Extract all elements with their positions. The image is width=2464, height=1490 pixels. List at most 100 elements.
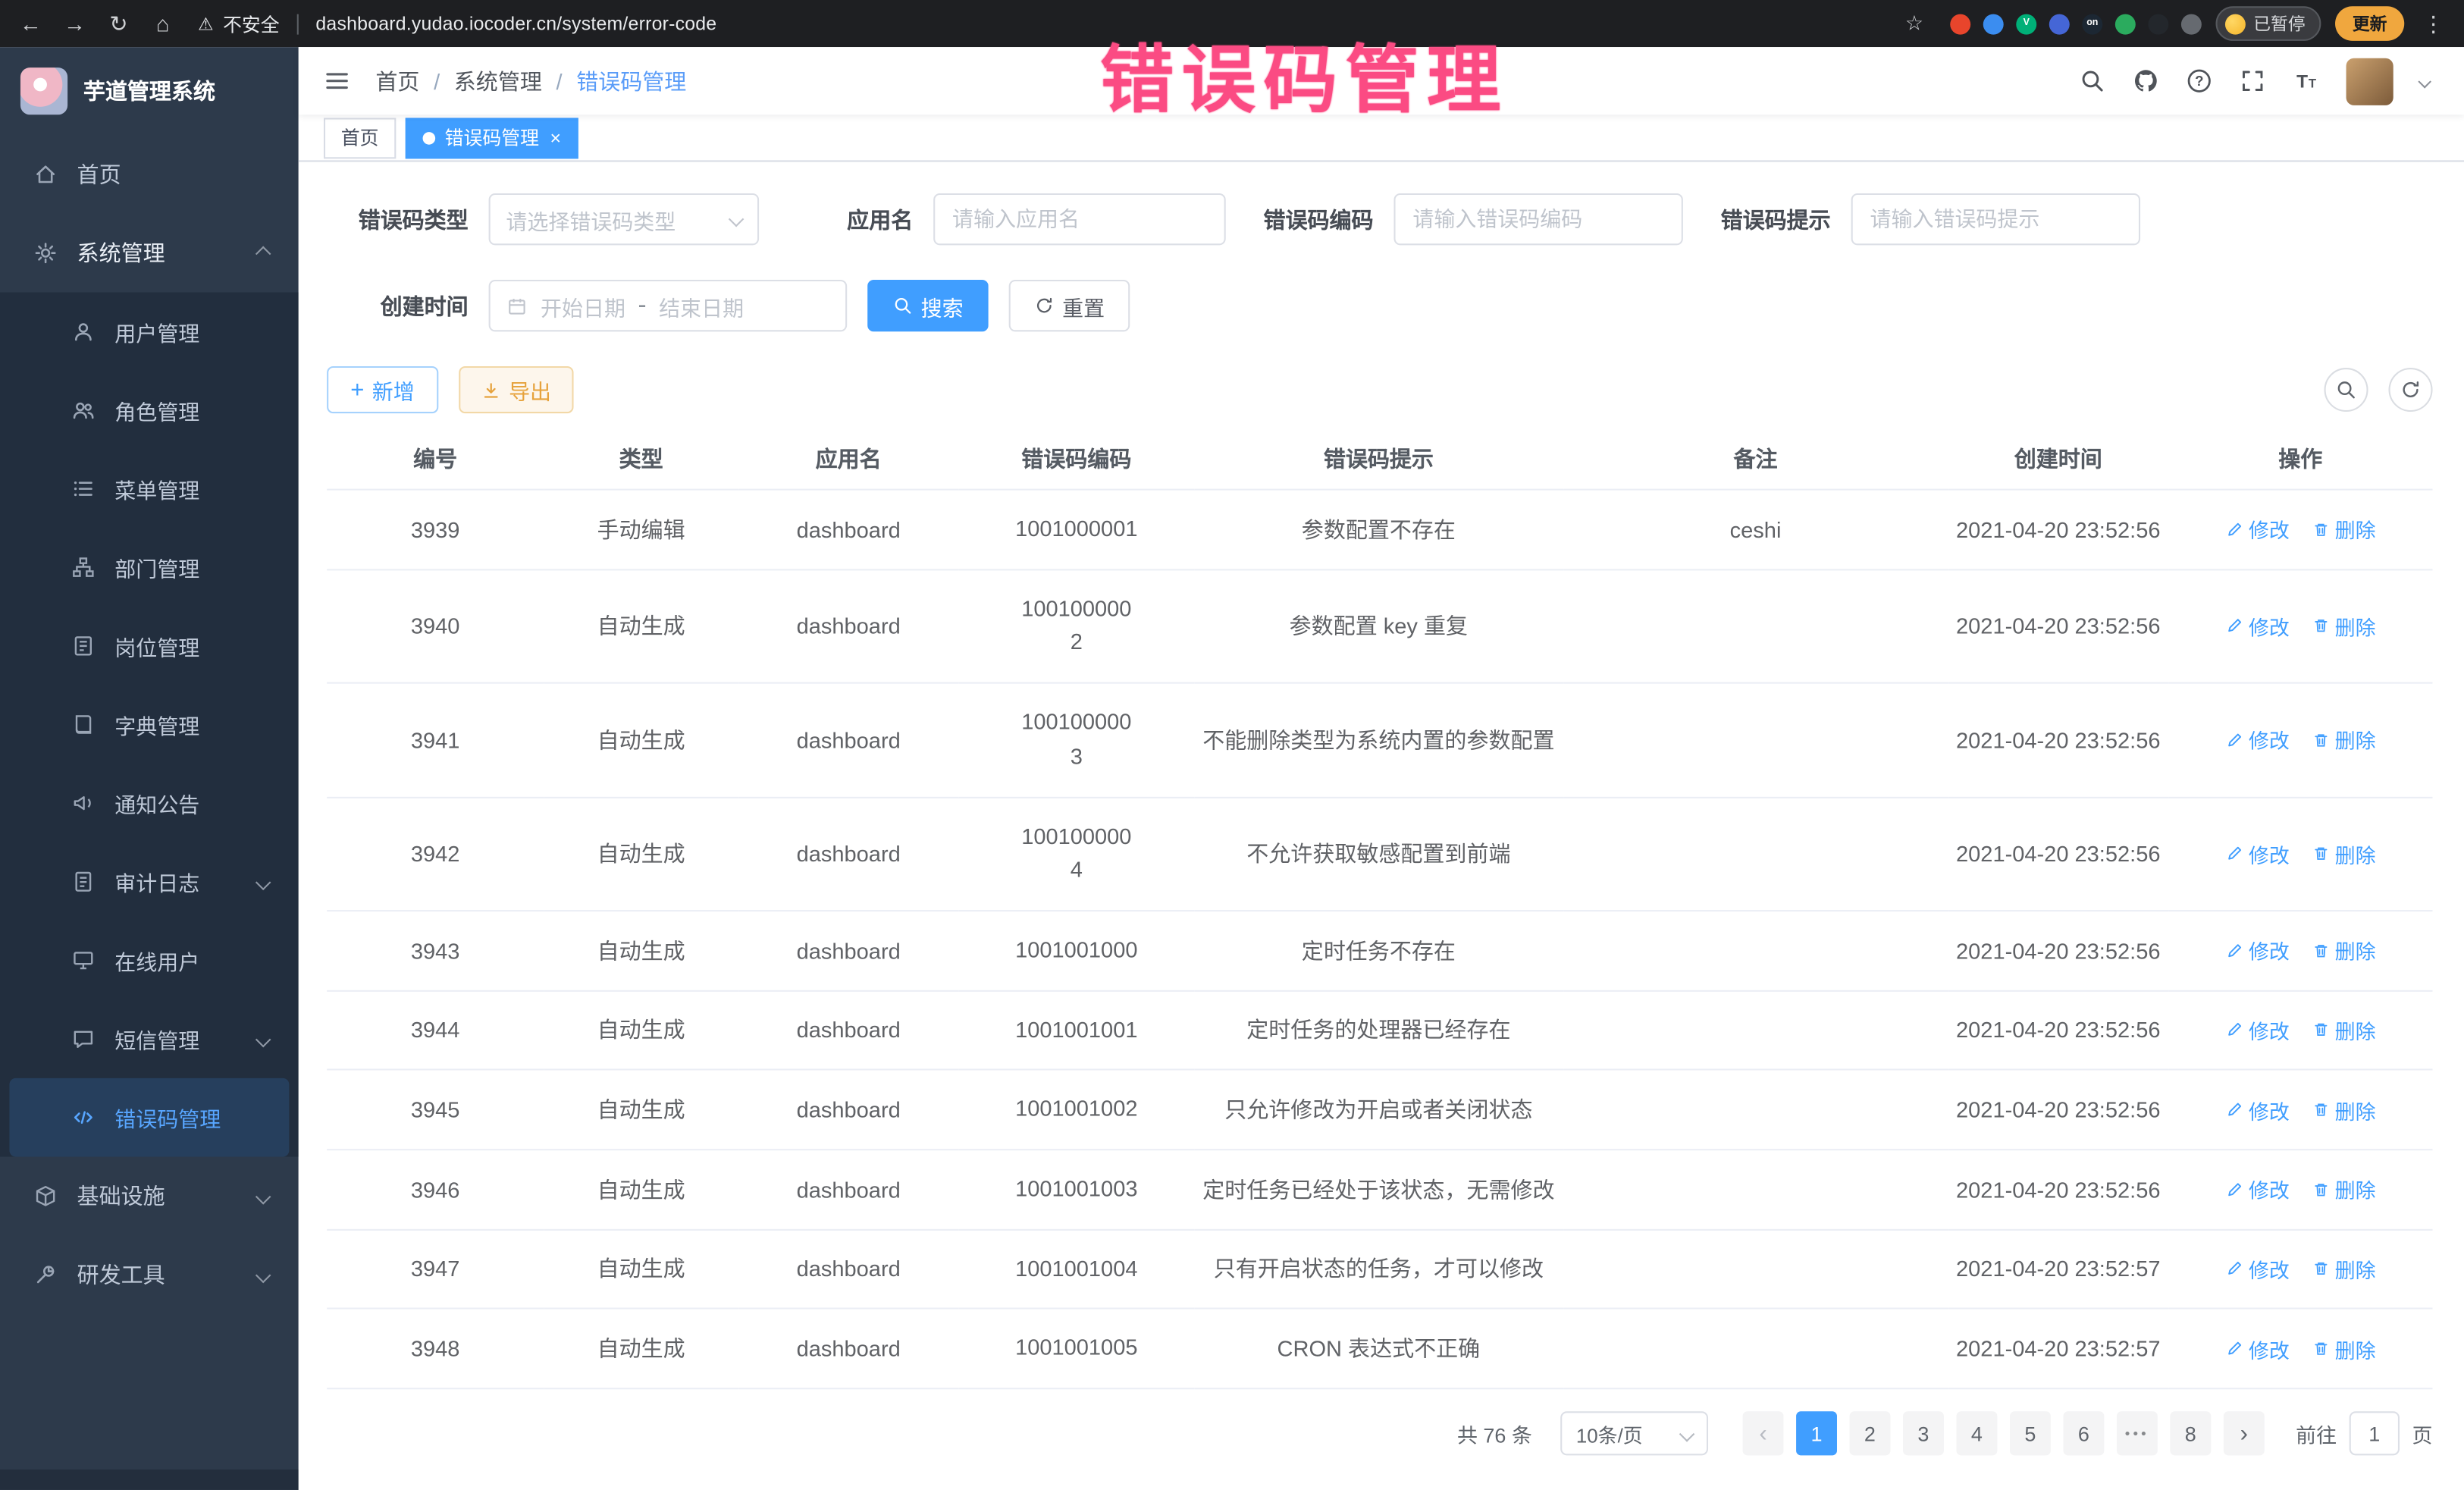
tab-home[interactable]: 首页 xyxy=(324,118,396,158)
font-size-icon[interactable] xyxy=(2293,68,2319,95)
search-icon[interactable] xyxy=(2079,68,2105,95)
back-icon[interactable]: ← xyxy=(16,11,45,36)
hamburger-icon[interactable] xyxy=(324,68,350,95)
sidebar-item-online-users[interactable]: 在线用户 xyxy=(0,921,299,1000)
edit-link[interactable]: 修改 xyxy=(2225,1095,2290,1125)
refresh-table-button[interactable] xyxy=(2389,368,2433,412)
delete-link[interactable]: 删除 xyxy=(2312,515,2376,544)
edit-link[interactable]: 修改 xyxy=(2225,1334,2290,1363)
edit-link[interactable]: 修改 xyxy=(2225,515,2290,544)
browser-menu-icon[interactable]: ⋮ xyxy=(2419,10,2448,36)
sidebar-item-audit-log[interactable]: 审计日志 xyxy=(0,842,299,921)
column-header-app: 应用名 xyxy=(738,429,958,490)
app-name-input[interactable] xyxy=(933,193,1226,245)
fullscreen-icon[interactable] xyxy=(2240,68,2266,95)
cell-app: dashboard xyxy=(738,1070,958,1150)
table-row: 3943 自动生成 dashboard 1001001000 定时任务不存在 2… xyxy=(327,911,2432,990)
extension-red-dot-icon[interactable] xyxy=(1950,14,1970,34)
prev-page-button[interactable]: ‹ xyxy=(1743,1411,1784,1455)
help-icon[interactable] xyxy=(2186,68,2212,95)
active-tab-dot xyxy=(423,132,436,145)
address-bar[interactable]: ⚠ 不安全 dashboard.yudao.iocoder.cn/system/… xyxy=(198,10,1936,36)
edit-link[interactable]: 修改 xyxy=(2225,1254,2290,1284)
bookmark-star-icon[interactable]: ☆ xyxy=(1905,11,1923,36)
update-button[interactable]: 更新 xyxy=(2335,6,2404,41)
sidebar-item-home[interactable]: 首页 xyxy=(0,135,299,214)
error-type-select[interactable]: 请选择错误码类型 xyxy=(489,193,760,245)
github-icon[interactable] xyxy=(2133,68,2159,95)
close-icon[interactable]: × xyxy=(550,127,562,149)
search-button[interactable]: 搜索 xyxy=(867,280,989,331)
page-button[interactable]: 2 xyxy=(1850,1411,1891,1455)
sidebar-item-dict-management[interactable]: 字典管理 xyxy=(0,685,299,764)
export-button[interactable]: 导出 xyxy=(459,366,573,413)
page-button[interactable]: 4 xyxy=(1956,1411,1997,1455)
sidebar-item-notice[interactable]: 通知公告 xyxy=(0,764,299,842)
home-icon[interactable]: ⌂ xyxy=(148,11,177,36)
delete-link[interactable]: 删除 xyxy=(2312,1175,2376,1204)
avatar-caret-icon[interactable] xyxy=(2418,74,2431,88)
delete-link[interactable]: 删除 xyxy=(2312,1015,2376,1045)
delete-link[interactable]: 删除 xyxy=(2312,725,2376,754)
extension-blue-drop-icon[interactable] xyxy=(1983,14,2004,34)
edit-link[interactable]: 修改 xyxy=(2225,839,2290,868)
page-size-select[interactable]: 10条/页 xyxy=(1560,1411,1708,1455)
page-button[interactable]: 3 xyxy=(1903,1411,1944,1455)
sidebar-item-user-management[interactable]: 用户管理 xyxy=(0,293,299,372)
sidebar-item-department-management[interactable]: 部门管理 xyxy=(0,528,299,607)
edit-pencil-icon xyxy=(2225,1259,2244,1278)
delete-link[interactable]: 删除 xyxy=(2312,611,2376,641)
sidebar-item-error-code-management[interactable]: 错误码管理 xyxy=(9,1078,289,1157)
delete-link[interactable]: 删除 xyxy=(2312,936,2376,965)
sidebar-item-infrastructure[interactable]: 基础设施 xyxy=(0,1157,299,1236)
sidebar-item-role-management[interactable]: 角色管理 xyxy=(0,371,299,450)
edit-link[interactable]: 修改 xyxy=(2225,1015,2290,1045)
delete-link[interactable]: 删除 xyxy=(2312,1334,2376,1363)
sidebar-item-position-management[interactable]: 岗位管理 xyxy=(0,607,299,685)
cell-app: dashboard xyxy=(738,1309,958,1388)
forward-icon[interactable]: → xyxy=(60,11,89,36)
sidebar-collapse-bar[interactable] xyxy=(0,1470,299,1490)
cell-msg: 参数配置不存在 xyxy=(1194,490,1563,569)
total-count: 共 76 条 xyxy=(1457,1419,1532,1448)
extension-paw-icon[interactable] xyxy=(2148,14,2168,34)
edit-link[interactable]: 修改 xyxy=(2225,1175,2290,1204)
edit-link[interactable]: 修改 xyxy=(2225,611,2290,641)
delete-link[interactable]: 删除 xyxy=(2312,1095,2376,1125)
error-code-input[interactable] xyxy=(1393,193,1682,245)
cell-msg: 定时任务已经处于该状态，无需修改 xyxy=(1194,1150,1563,1229)
extension-puzzle-icon[interactable] xyxy=(2181,14,2202,34)
edit-link[interactable]: 修改 xyxy=(2225,936,2290,965)
goto-page-input[interactable] xyxy=(2350,1411,2400,1455)
sidebar-item-dev-tools[interactable]: 研发工具 xyxy=(0,1235,299,1314)
profile-chip[interactable]: 已暂停 xyxy=(2216,6,2321,41)
delete-link[interactable]: 删除 xyxy=(2312,839,2376,868)
delete-link[interactable]: 删除 xyxy=(2312,1254,2376,1284)
sidebar-item-sms-management[interactable]: 短信管理 xyxy=(0,999,299,1078)
cell-app: dashboard xyxy=(738,797,958,911)
page-button[interactable]: 5 xyxy=(2010,1411,2051,1455)
next-page-button[interactable]: › xyxy=(2224,1411,2265,1455)
date-range-picker[interactable]: 开始日期 - 结束日期 xyxy=(489,280,848,331)
show-search-button[interactable] xyxy=(2324,368,2368,412)
extension-green-icon[interactable] xyxy=(2115,14,2136,34)
extension-blue-grid-icon[interactable] xyxy=(2049,14,2070,34)
tab-error-code-management[interactable]: 错误码管理 × xyxy=(406,118,578,158)
breadcrumb-home[interactable]: 首页 xyxy=(375,65,419,96)
edit-link[interactable]: 修改 xyxy=(2225,725,2290,754)
extension-on-switch-icon[interactable]: on xyxy=(2082,14,2102,34)
breadcrumb-system[interactable]: 系统管理 xyxy=(454,65,542,96)
sidebar-item-menu-management[interactable]: 菜单管理 xyxy=(0,450,299,529)
page-button[interactable]: ••• xyxy=(2117,1411,2158,1455)
error-msg-input[interactable] xyxy=(1851,193,2140,245)
sidebar-item-system-management[interactable]: 系统管理 xyxy=(0,214,299,293)
extension-green-v-icon[interactable]: V xyxy=(2016,14,2036,34)
reset-button[interactable]: 重置 xyxy=(1009,280,1130,331)
sidebar-item-label: 研发工具 xyxy=(77,1259,239,1290)
page-button[interactable]: 8 xyxy=(2170,1411,2211,1455)
page-button[interactable]: 1 xyxy=(1796,1411,1837,1455)
page-button[interactable]: 6 xyxy=(2063,1411,2104,1455)
add-button[interactable]: + 新增 xyxy=(327,366,438,413)
reload-icon[interactable]: ↻ xyxy=(104,10,133,36)
user-avatar[interactable] xyxy=(2346,58,2393,105)
